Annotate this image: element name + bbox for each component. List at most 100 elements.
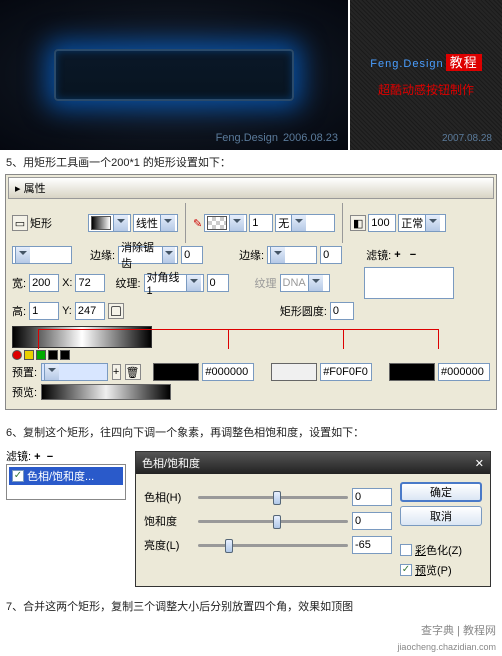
saturation-input[interactable]: [352, 512, 392, 530]
cancel-button[interactable]: 取消: [400, 506, 482, 526]
gradient-slot-row: [12, 350, 490, 360]
step-5-text: 5、用矩形工具画一个200*1 的矩形设置如下：: [0, 150, 502, 174]
panel-title[interactable]: ▸ 属性: [8, 177, 494, 199]
add-preset-button[interactable]: +: [112, 364, 121, 380]
footer-site: 查字典 | 教程网: [421, 622, 496, 638]
annotation-line: [38, 329, 438, 330]
step-6-text: 6、复制这个矩形，往四向下调一个象素，再调整色相饱和度，设置如下：: [0, 420, 502, 444]
step-7-text: 7、合并这两个矩形，复制三个调整大小后分别放置四个角，效果如顶图: [0, 594, 502, 618]
filter-checkbox[interactable]: [12, 470, 24, 482]
colorize-checkbox[interactable]: 彩色化(Z): [400, 542, 482, 558]
close-icon[interactable]: ✕: [475, 457, 484, 470]
dialog-titlebar[interactable]: 色相/饱和度 ✕: [136, 452, 490, 474]
delete-preset-icon[interactable]: 🗑: [125, 364, 141, 380]
texture-dropdown[interactable]: 对角线1: [144, 274, 204, 292]
banner-right: Feng.Design教程 超酷动感按钮制作 2007.08.28: [350, 0, 502, 150]
saturation-slider[interactable]: [198, 520, 348, 523]
texture-pct-input[interactable]: [207, 274, 229, 292]
y-input[interactable]: [75, 302, 105, 320]
dna-dropdown: DNA: [280, 274, 330, 292]
height-input[interactable]: [29, 302, 59, 320]
slot-icon[interactable]: [36, 350, 46, 360]
color-node-1: [153, 363, 254, 381]
node-swatch[interactable]: [389, 363, 435, 381]
stroke-color-dropdown[interactable]: [204, 214, 247, 232]
node-hex-input[interactable]: [202, 363, 254, 381]
color-node-2: [271, 363, 372, 381]
node-swatch[interactable]: [271, 363, 317, 381]
color-node-3: [389, 363, 490, 381]
filter-list[interactable]: 色相/饱和度...: [6, 464, 126, 500]
annotation-line: [343, 329, 344, 349]
add-filter-button[interactable]: +: [34, 451, 40, 463]
hue-label: 色相(H): [144, 489, 194, 505]
banner-left-caption: Feng.Design 2006.08.23: [216, 132, 338, 144]
properties-panel: ▸ 属性 ▭ 矩形 线性 ✎ 无 ◧ 正常: [5, 174, 497, 410]
edge-dropdown[interactable]: 消除锯齿: [118, 246, 178, 264]
hue-input[interactable]: [352, 488, 392, 506]
stroke-width-input[interactable]: [249, 214, 273, 232]
fill-type-dropdown[interactable]: 线性: [133, 214, 178, 232]
shape-name-dropdown[interactable]: [12, 246, 72, 264]
add-filter-button[interactable]: +: [394, 249, 400, 261]
fill-swatch-dropdown[interactable]: [88, 214, 131, 232]
opacity-input[interactable]: [368, 214, 396, 232]
texture-label: 纹理:: [115, 275, 140, 291]
height-label: 高:: [12, 303, 26, 319]
opacity-icon: ◧: [350, 215, 366, 231]
stroke-edge-label: 边缘:: [239, 247, 264, 263]
pencil-icon: ✎: [193, 217, 202, 230]
slot-icon[interactable]: [48, 350, 58, 360]
preset-label: 预置:: [12, 364, 37, 380]
x-label: X:: [62, 277, 72, 289]
edge-amount-input[interactable]: [181, 246, 203, 264]
page-footer: 查字典 | 教程网: [0, 618, 502, 642]
slot-icon[interactable]: [24, 350, 34, 360]
slot-icon[interactable]: [60, 350, 70, 360]
filter-list-box[interactable]: [364, 267, 454, 299]
glow-button-preview: [54, 49, 294, 101]
node-swatch[interactable]: [153, 363, 199, 381]
annotation-line: [228, 329, 229, 349]
node-hex-input[interactable]: [320, 363, 372, 381]
stroke-style-dropdown[interactable]: 无: [275, 214, 335, 232]
annotation-line: [38, 329, 39, 349]
preview-checkbox[interactable]: 预览(P): [400, 562, 482, 578]
tutorial-banner: Feng.Design 2006.08.23 Feng.Design教程 超酷动…: [0, 0, 502, 150]
preset-dropdown[interactable]: [41, 363, 108, 381]
stroke-edge-dropdown[interactable]: [267, 246, 317, 264]
filter-item-hsl[interactable]: 色相/饱和度...: [9, 467, 123, 485]
dna-label: 纹理: [255, 275, 277, 291]
banner-right-date: 2007.08.28: [442, 133, 492, 144]
lock-icon[interactable]: [108, 303, 124, 319]
filter-label-2: 滤镜:: [6, 451, 31, 463]
banner-title: Feng.Design教程: [370, 52, 481, 71]
x-input[interactable]: [75, 274, 105, 292]
shape-label: 矩形: [30, 215, 52, 231]
saturation-label: 饱和度: [144, 513, 194, 529]
lightness-input[interactable]: [352, 536, 392, 554]
shape-icon: ▭: [12, 215, 28, 231]
blend-mode-dropdown[interactable]: 正常: [398, 214, 446, 232]
width-input[interactable]: [29, 274, 59, 292]
remove-filter-button[interactable]: −: [47, 451, 53, 463]
hue-slider[interactable]: [198, 496, 348, 499]
lightness-label: 亮度(L): [144, 537, 194, 553]
annotation-line: [438, 329, 439, 349]
ok-button[interactable]: 确定: [400, 482, 482, 502]
y-label: Y:: [62, 305, 72, 317]
footer-url: jiaocheng.chazidian.com: [0, 642, 502, 656]
banner-preview-left: Feng.Design 2006.08.23: [0, 0, 350, 150]
banner-subtitle: 超酷动感按钮制作: [378, 81, 474, 98]
remove-filter-button[interactable]: −: [410, 249, 416, 261]
preview-gradient: [41, 384, 171, 400]
lightness-slider[interactable]: [198, 544, 348, 547]
round-label: 矩形圆度:: [280, 303, 327, 319]
preview-label: 预览:: [12, 384, 37, 400]
node-hex-input[interactable]: [438, 363, 490, 381]
round-input[interactable]: [330, 302, 354, 320]
slot-icon[interactable]: [12, 350, 22, 360]
edge-label: 边缘:: [90, 247, 115, 263]
dialog-title: 色相/饱和度: [142, 455, 200, 471]
stroke-edge-input[interactable]: [320, 246, 342, 264]
